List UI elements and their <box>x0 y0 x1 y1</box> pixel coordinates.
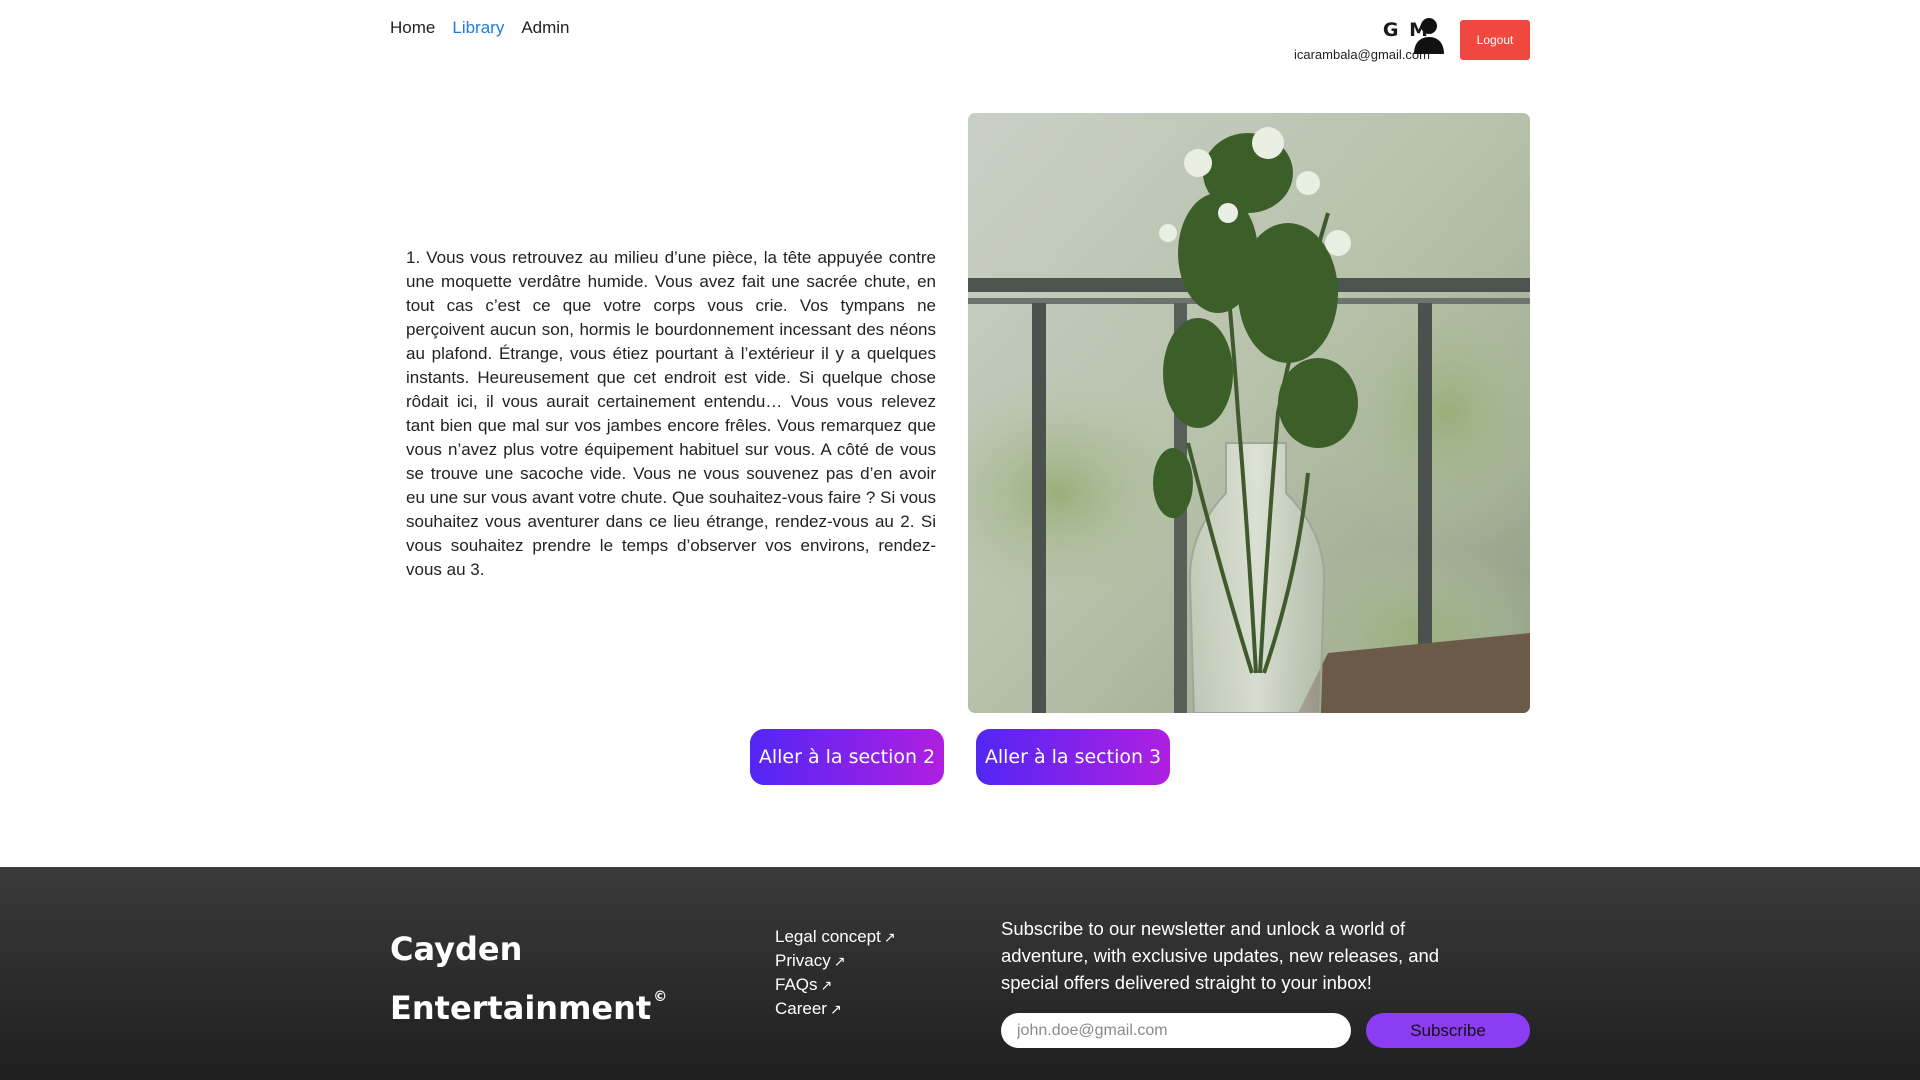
link-label: FAQs <box>775 975 818 994</box>
brand-line-2: Entertainment © <box>390 973 667 1032</box>
link-label: Career <box>775 999 827 1018</box>
external-arrow-icon: ↗ <box>833 953 846 969</box>
user-email: icarambala@gmail.com <box>1293 47 1430 62</box>
nav-library-link[interactable]: Library <box>452 18 504 38</box>
brand-line-1: Cayden <box>390 930 523 968</box>
user-info: G M icarambala@gmail.com <box>1294 18 1430 62</box>
story-text: 1. Vous vous retrouvez au milieu d’une p… <box>406 248 936 579</box>
legal-concept-link[interactable]: Legal concept ↗ <box>775 925 896 949</box>
external-arrow-icon: ↗ <box>820 977 833 993</box>
story-image <box>968 113 1530 713</box>
external-arrow-icon: ↗ <box>883 929 896 945</box>
faqs-link[interactable]: FAQs ↗ <box>775 973 896 997</box>
top-bar: Home Library Admin G M icarambala@gmail.… <box>0 0 1920 80</box>
go-to-section-3-button[interactable]: Aller à la section 3 <box>976 729 1170 785</box>
career-link[interactable]: Career ↗ <box>775 997 896 1021</box>
external-arrow-icon: ↗ <box>829 1001 842 1017</box>
link-label: Legal concept <box>775 927 881 946</box>
newsletter-email-input[interactable] <box>1001 1013 1351 1048</box>
brand-name: Entertainment <box>390 989 652 1027</box>
nav-admin-link[interactable]: Admin <box>521 18 569 38</box>
main-nav: Home Library Admin <box>390 18 570 38</box>
subscribe-button[interactable]: Subscribe <box>1366 1013 1530 1048</box>
user-icon[interactable] <box>1413 17 1445 55</box>
copyright-mark: © <box>653 989 668 1005</box>
nav-home-link[interactable]: Home <box>390 18 435 38</box>
footer-brand: Cayden Entertainment © <box>390 925 667 1032</box>
go-to-section-2-button[interactable]: Aller à la section 2 <box>750 729 944 785</box>
link-label: Privacy <box>775 951 831 970</box>
footer-links: Legal concept ↗ Privacy ↗ FAQs ↗ Career ↗ <box>775 925 896 1021</box>
privacy-link[interactable]: Privacy ↗ <box>775 949 896 973</box>
footer: Cayden Entertainment © Legal concept ↗ Pri… <box>0 867 1920 1080</box>
logout-button[interactable]: Logout <box>1460 20 1530 60</box>
newsletter-text: Subscribe to our newsletter and unlock a… <box>1001 918 1440 993</box>
user-initials: G M <box>1382 19 1430 41</box>
